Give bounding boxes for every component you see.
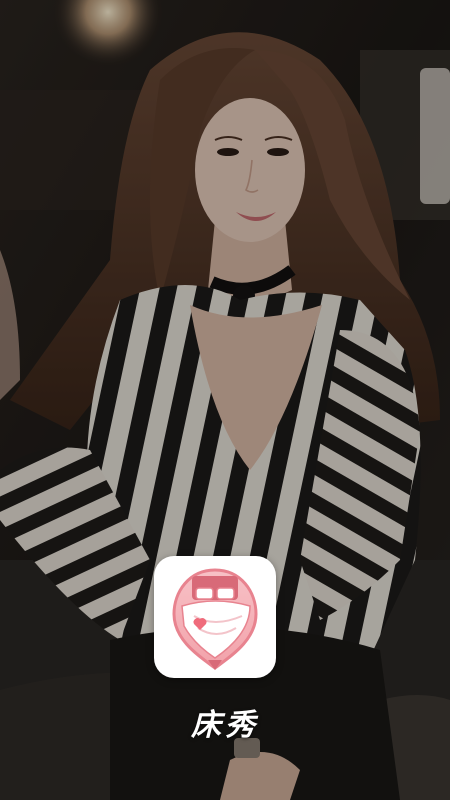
app-name: 床秀 xyxy=(191,708,259,743)
splash-screen: 床秀 xyxy=(0,0,450,800)
background-photo xyxy=(0,0,450,800)
app-logo-icon xyxy=(154,556,276,678)
bed-heart-icon xyxy=(172,568,258,670)
